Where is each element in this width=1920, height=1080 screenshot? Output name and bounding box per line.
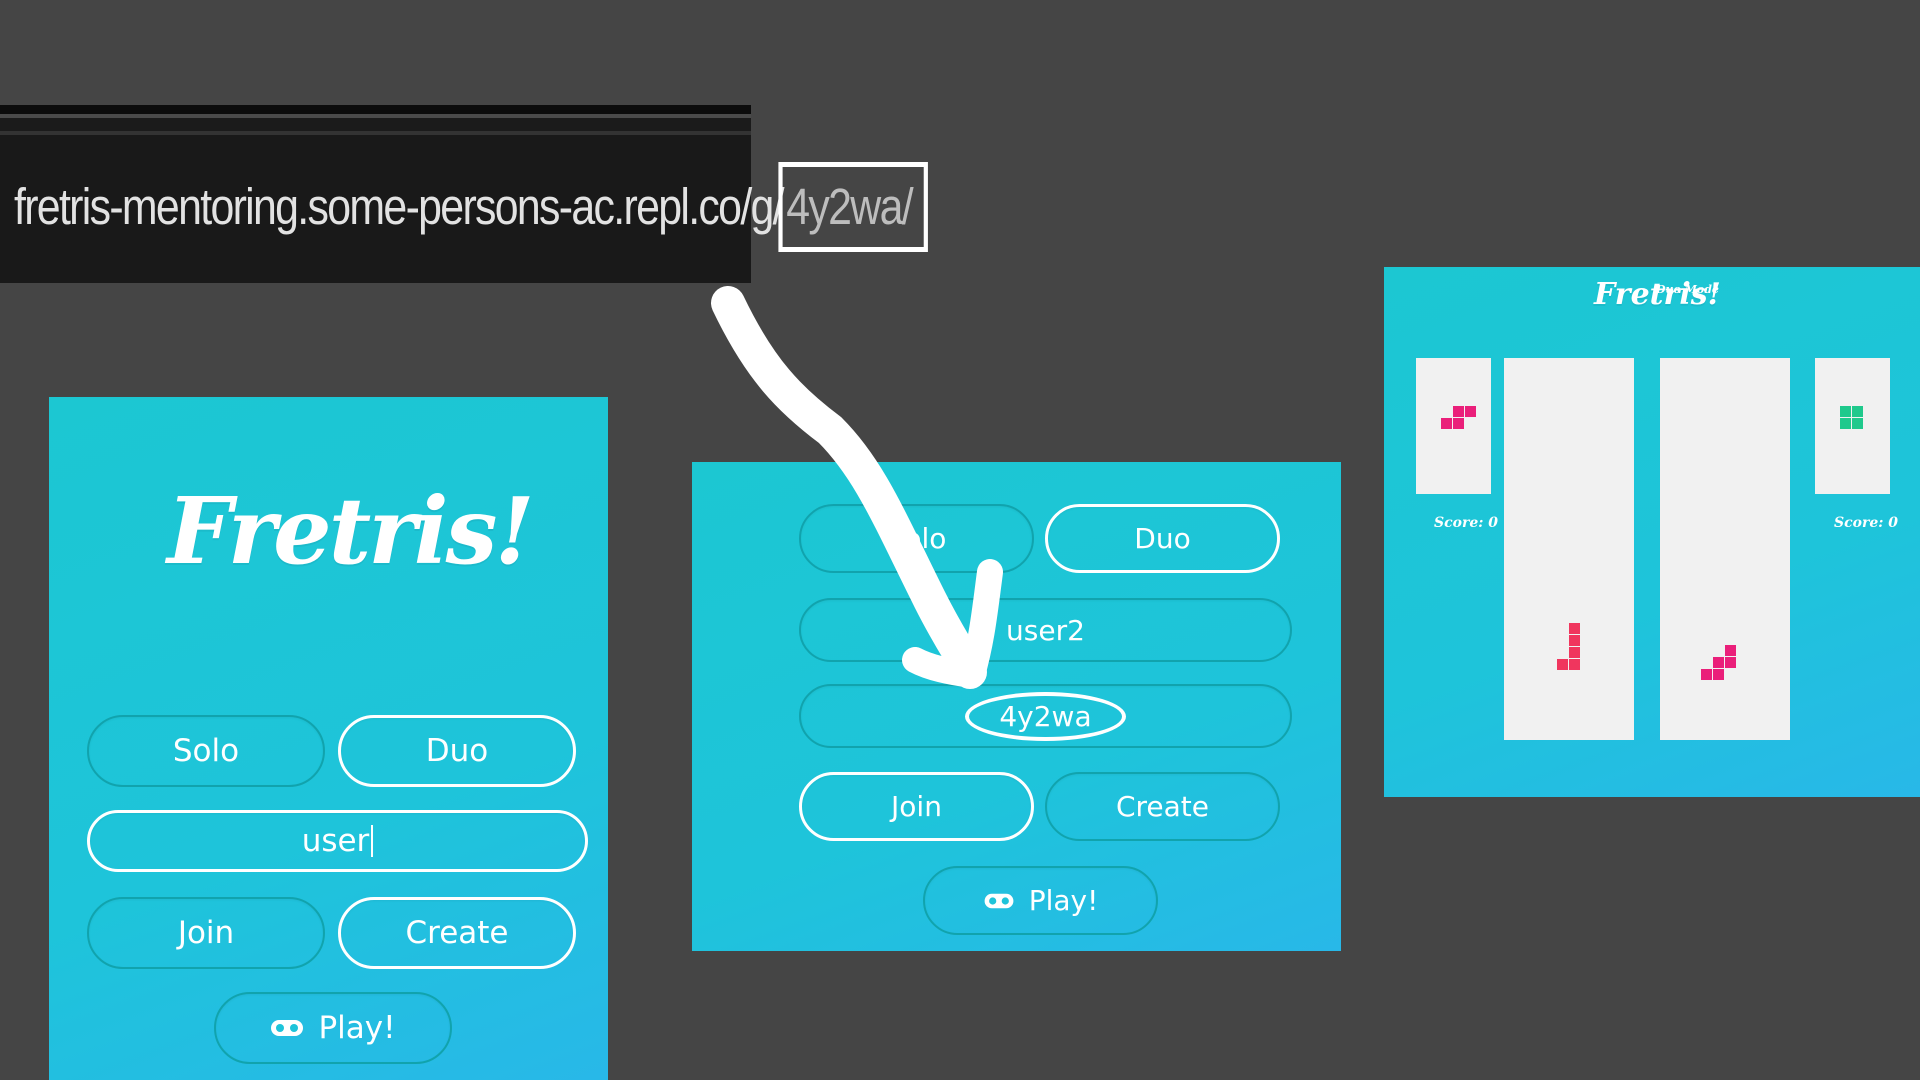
red-piece-block	[1557, 659, 1568, 670]
green-piece-block	[1852, 418, 1863, 429]
right-next-piece-box	[1815, 358, 1890, 494]
play-button[interactable]: Play!	[214, 992, 452, 1064]
solo-button[interactable]: Solo	[87, 715, 325, 787]
pink-piece-block	[1713, 657, 1724, 668]
join-button[interactable]: Join	[87, 897, 325, 969]
right-game-board	[1660, 358, 1790, 740]
pink-piece-block	[1725, 645, 1736, 656]
red-piece-block	[1569, 623, 1580, 634]
url-bar-edge	[0, 105, 751, 135]
left-next-piece-box	[1416, 358, 1491, 494]
username-value: user	[301, 823, 370, 859]
pink-piece-block	[1701, 669, 1712, 680]
url-room-code-highlight: 4y2wa/	[778, 162, 928, 252]
red-piece-block	[1569, 659, 1580, 670]
pink-piece-block	[1441, 418, 1452, 429]
pink-piece-block	[1453, 406, 1464, 417]
play-label: Play!	[318, 1010, 396, 1046]
green-piece-block	[1852, 406, 1863, 417]
pink-piece-block	[1453, 418, 1464, 429]
fretris-logo: Fretris!	[167, 477, 535, 585]
duo-button[interactable]: Duo	[338, 715, 576, 787]
url-prefix: fretris-mentoring.some-persons-ac.repl.c…	[14, 178, 785, 235]
gamepad-icon	[270, 1018, 304, 1038]
green-piece-block	[1840, 406, 1851, 417]
create-button[interactable]: Create	[338, 897, 576, 969]
green-piece-block	[1840, 418, 1851, 429]
left-score: Score: 0	[1434, 515, 1499, 531]
duo-button[interactable]: Duo	[1045, 504, 1280, 573]
gamepad-icon	[983, 892, 1015, 910]
play-label: Play!	[1028, 884, 1099, 917]
room-code-value: 4y2wa	[965, 691, 1126, 741]
pink-piece-block	[1713, 669, 1724, 680]
username-input[interactable]: user	[87, 810, 588, 872]
left-game-board	[1504, 358, 1634, 740]
join-screen-panel: Solo Duo user2 4y2wa Join Create Play!	[692, 462, 1341, 951]
play-button[interactable]: Play!	[923, 866, 1158, 935]
url-text[interactable]: fretris-mentoring.some-persons-ac.repl.c…	[14, 162, 928, 252]
browser-url-bar[interactable]: fretris-mentoring.some-persons-ac.repl.c…	[0, 105, 928, 283]
right-score: Score: 0	[1834, 515, 1899, 531]
create-button[interactable]: Create	[1045, 772, 1280, 841]
join-button[interactable]: Join	[799, 772, 1034, 841]
room-code-input[interactable]: 4y2wa	[799, 684, 1292, 748]
red-piece-block	[1569, 635, 1580, 646]
start-screen-panel: Fretris! Solo Duo user Join Create Play!	[49, 397, 608, 1080]
text-cursor	[371, 825, 374, 857]
duo-game-panel: Fretris! Duo Mode Score: 0 Score: 0	[1384, 267, 1920, 797]
username-input[interactable]: user2	[799, 598, 1292, 662]
solo-button[interactable]: Solo	[799, 504, 1034, 573]
red-piece-block	[1569, 647, 1580, 658]
mode-label: Duo Mode	[1656, 283, 1719, 296]
pink-piece-block	[1465, 406, 1476, 417]
pink-piece-block	[1725, 657, 1736, 668]
